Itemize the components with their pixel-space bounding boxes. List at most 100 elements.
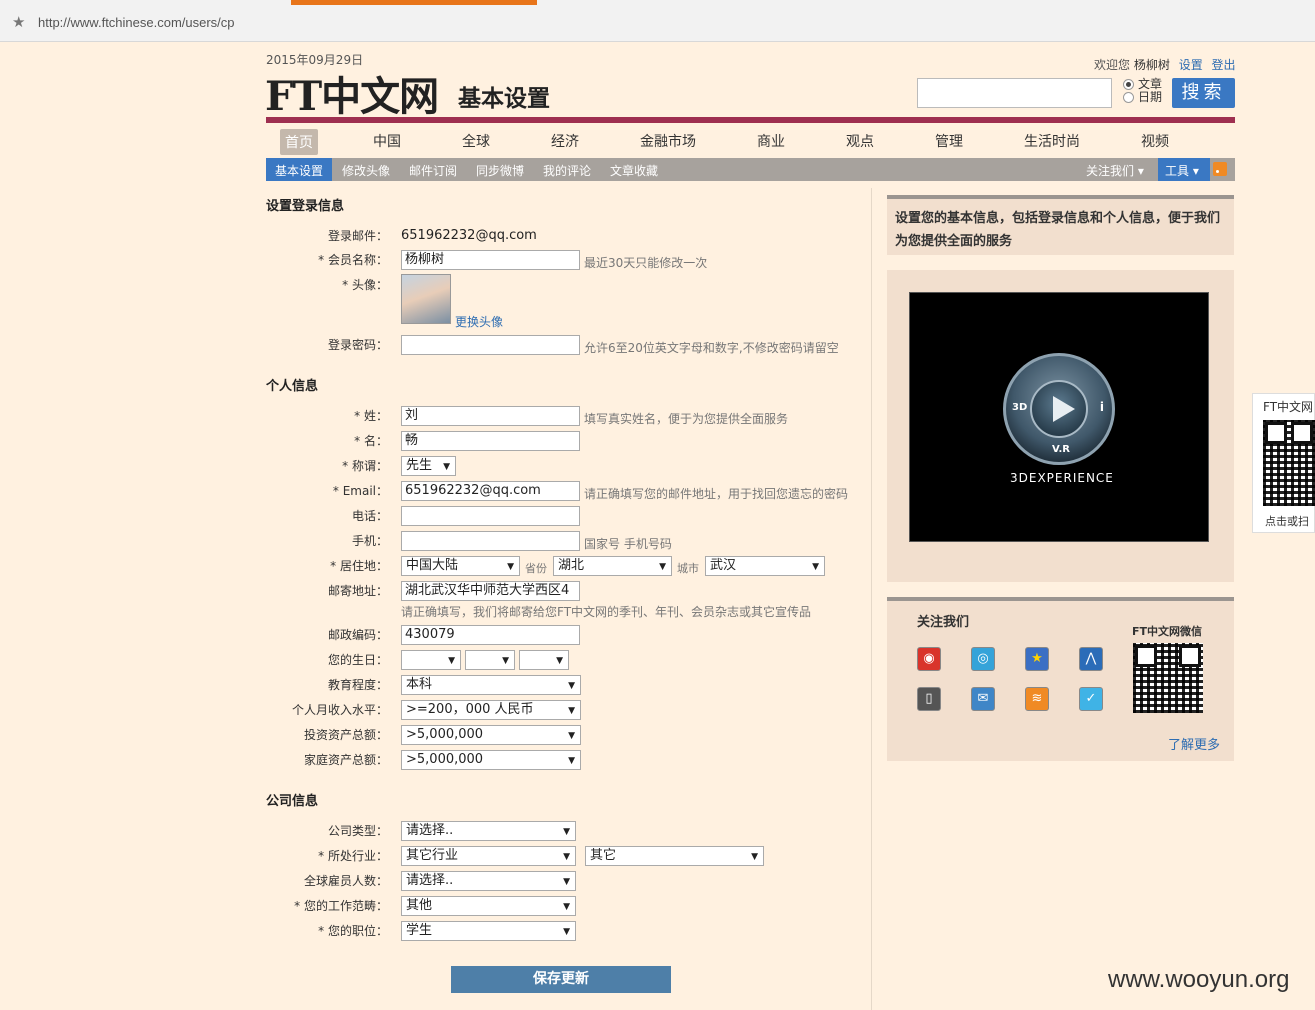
logout-link[interactable]: 登出 xyxy=(1212,58,1236,72)
subnav-tools[interactable]: 工具 ▾ xyxy=(1165,162,1199,179)
subnav-item-email-sub[interactable]: 邮件订阅 xyxy=(409,162,457,179)
rss-feed-icon[interactable]: ≋ xyxy=(1025,687,1049,711)
address-input[interactable]: 湖北武汉华中师范大学西区4 xyxy=(401,581,580,601)
nav-item-markets[interactable]: 金融市场 xyxy=(640,131,696,151)
mobile-input[interactable] xyxy=(401,531,580,551)
industry-select[interactable]: 其它行业 xyxy=(401,846,576,866)
search-type-radios: 文章 日期 xyxy=(1123,78,1162,104)
invest-assets-select[interactable]: >5,000,000 xyxy=(401,725,581,745)
twitter-icon[interactable]: ✓ xyxy=(1079,687,1103,711)
float-qr-code xyxy=(1263,420,1315,506)
password-input[interactable] xyxy=(401,335,580,355)
mobile-icon[interactable]: ▯ xyxy=(917,687,941,711)
invest-assets-label: 投资资产总额： xyxy=(303,728,388,742)
login-email-label: 登录邮件： xyxy=(327,229,388,243)
address-hint: 请正确填写，我们将邮寄给您FT中文网的季刊、年刊、会员杂志或其它宣传品 xyxy=(401,605,812,619)
position-select[interactable]: 学生 xyxy=(401,921,576,941)
surname-hint: 填写真实姓名，便于为您提供全面服务 xyxy=(584,412,789,426)
tencent-weibo-icon[interactable]: ◎ xyxy=(971,647,995,671)
main-nav: 首页 中国 全球 经济 金融市场 商业 观点 管理 生活时尚 视频 xyxy=(266,123,1235,158)
section-personal-title: 个人信息 xyxy=(266,379,319,394)
education-select[interactable]: 本科 xyxy=(401,675,581,695)
industry-label: * 所处行业： xyxy=(318,849,388,863)
search-button[interactable]: 搜索 xyxy=(1172,78,1235,108)
search-input[interactable] xyxy=(917,78,1112,108)
income-select[interactable]: >=200，000 人民币 xyxy=(401,700,581,720)
ad-3d-label: 3D xyxy=(1012,402,1028,413)
app-store-icon[interactable]: ⋀ xyxy=(1079,647,1103,671)
play-icon xyxy=(1053,396,1075,422)
surname-input[interactable]: 刘 xyxy=(401,406,580,426)
company-type-select[interactable]: 请选择.. xyxy=(401,821,576,841)
work-scope-select[interactable]: 其他 xyxy=(401,896,576,916)
subnav-item-avatar[interactable]: 修改头像 xyxy=(342,162,390,179)
birthday-month-select[interactable] xyxy=(465,650,515,670)
zip-label: 邮政编码： xyxy=(327,628,388,642)
radio-article[interactable] xyxy=(1123,79,1134,90)
ft-logo[interactable]: FT中文网 xyxy=(265,64,439,122)
industry-sub-select[interactable]: 其它 xyxy=(585,846,764,866)
education-label: 教育程度： xyxy=(327,678,388,692)
mail-icon[interactable]: ✉ xyxy=(971,687,995,711)
sub-nav: 基本设置 修改头像 邮件订阅 同步微博 我的评论 文章收藏 关注我们 ▾ 工具 … xyxy=(266,158,1235,181)
phone-input[interactable] xyxy=(401,506,580,526)
nav-item-china[interactable]: 中国 xyxy=(373,131,401,151)
page-load-progress xyxy=(291,0,537,5)
residence-label: * 居住地： xyxy=(330,559,388,573)
nav-item-home[interactable]: 首页 xyxy=(280,129,318,155)
rss-icon[interactable] xyxy=(1213,162,1227,176)
radio-date-row[interactable]: 日期 xyxy=(1123,91,1162,104)
avatar xyxy=(401,274,451,324)
save-button[interactable]: 保存更新 xyxy=(451,966,671,993)
address-label: 邮寄地址： xyxy=(327,584,388,598)
change-avatar-link[interactable]: 更换头像 xyxy=(455,313,503,330)
settings-link[interactable]: 设置 xyxy=(1179,58,1203,72)
surname-label: * 姓： xyxy=(354,409,388,423)
float-qr-title: FT中文网 xyxy=(1263,400,1314,414)
birthday-year-select[interactable] xyxy=(401,650,461,670)
zip-input[interactable]: 430079 xyxy=(401,625,580,645)
avatar-label: * 头像： xyxy=(342,278,388,292)
url-text[interactable]: http://www.ftchinese.com/users/cp xyxy=(38,15,235,30)
phone-label: 电话： xyxy=(351,509,388,523)
nav-item-lifestyle[interactable]: 生活时尚 xyxy=(1024,131,1080,151)
floating-qr-widget[interactable]: FT中文网 点击或扫 xyxy=(1252,393,1315,533)
city-select[interactable]: 武汉 xyxy=(705,556,825,576)
subnav-item-favorites[interactable]: 文章收藏 xyxy=(610,162,658,179)
salutation-select[interactable]: 先生 xyxy=(401,456,456,476)
learn-more-link[interactable]: 了解更多 xyxy=(1168,734,1220,753)
given-name-input[interactable]: 畅 xyxy=(401,431,580,451)
country-select[interactable]: 中国大陆 xyxy=(401,556,520,576)
subnav-item-weibo[interactable]: 同步微博 xyxy=(476,162,524,179)
nav-item-business[interactable]: 商业 xyxy=(757,131,785,151)
employees-select[interactable]: 请选择.. xyxy=(401,871,576,891)
nav-item-economy[interactable]: 经济 xyxy=(551,131,579,151)
email-label: * Email： xyxy=(332,484,388,498)
bookmark-star-icon[interactable]: ★ xyxy=(12,13,25,31)
subnav-item-comments[interactable]: 我的评论 xyxy=(543,162,591,179)
ad-brand-text: 3DEXPERIENCE xyxy=(1010,471,1114,485)
city-label: 城市 xyxy=(677,562,699,575)
password-hint: 允许6至20位英文字母和数字,不修改密码请留空 xyxy=(584,341,839,355)
password-label: 登录密码： xyxy=(327,338,388,352)
family-assets-select[interactable]: >5,000,000 xyxy=(401,750,581,770)
play-ring xyxy=(1030,380,1088,438)
page-title: 基本设置 xyxy=(458,86,550,112)
nav-item-opinion[interactable]: 观点 xyxy=(846,131,874,151)
nav-item-video[interactable]: 视频 xyxy=(1141,131,1169,151)
province-select[interactable]: 湖北 xyxy=(553,556,672,576)
nickname-input[interactable]: 杨柳树 xyxy=(401,250,580,270)
subnav-follow-us[interactable]: 关注我们 ▾ xyxy=(1086,162,1144,179)
subnav-item-basic[interactable]: 基本设置 xyxy=(275,162,323,179)
radio-date[interactable] xyxy=(1123,92,1134,103)
star-app-icon[interactable]: ★ xyxy=(1025,647,1049,671)
login-email-value: 651962232@qq.com xyxy=(401,228,537,243)
email-input[interactable]: 651962232@qq.com xyxy=(401,481,580,501)
wechat-qr-code xyxy=(1133,643,1203,713)
weibo-icon[interactable]: ◉ xyxy=(917,647,941,671)
birthday-day-select[interactable] xyxy=(519,650,569,670)
ad-banner[interactable]: 3D i V.R 3DEXPERIENCE xyxy=(909,292,1209,542)
company-type-label: 公司类型： xyxy=(327,824,388,838)
nav-item-global[interactable]: 全球 xyxy=(462,131,490,151)
nav-item-management[interactable]: 管理 xyxy=(935,131,963,151)
